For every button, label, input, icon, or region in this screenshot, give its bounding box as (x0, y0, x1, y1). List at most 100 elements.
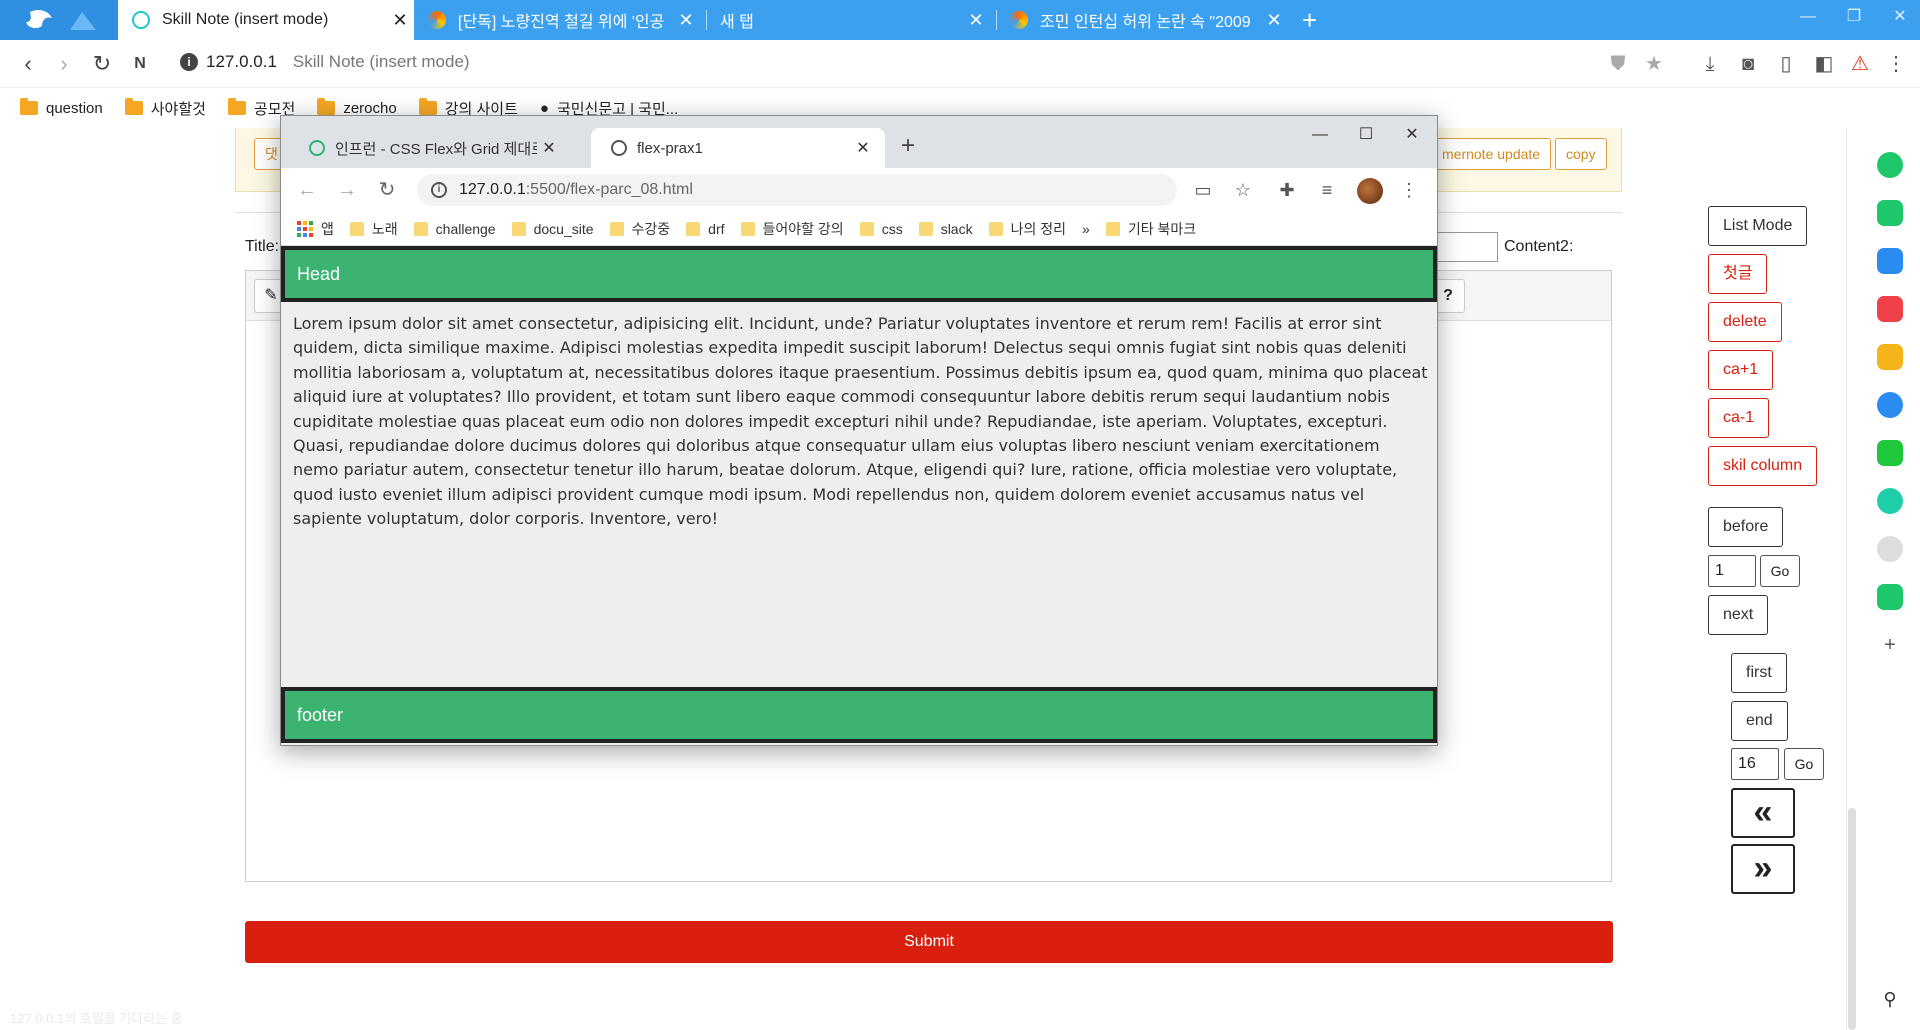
bookmark-my-notes[interactable]: 나의 정리 (988, 219, 1066, 239)
chat-icon[interactable] (1877, 200, 1903, 226)
close-tab-icon[interactable]: ✕ (1260, 10, 1288, 31)
download-icon[interactable]: ⤓ (1698, 52, 1722, 76)
outer-tab-news-1[interactable]: [단독] 노량진역 철길 위에 '인공 ✕ (414, 0, 700, 40)
info-icon[interactable]: i (180, 53, 198, 71)
close-tab-icon[interactable]: ✕ (537, 138, 561, 158)
submit-button[interactable]: Submit (245, 921, 1613, 963)
bookmark-challenge[interactable]: challenge (413, 221, 496, 237)
cast-icon[interactable]: ▭ (1191, 178, 1215, 202)
copy-button[interactable]: copy (1555, 138, 1607, 170)
bookmark-docu-site[interactable]: docu_site (511, 221, 594, 237)
bookmark-drf[interactable]: drf (686, 221, 725, 237)
bookmark-slack[interactable]: slack (918, 221, 973, 237)
back-icon[interactable]: ‹ (14, 50, 42, 78)
page-scrollbar[interactable] (1848, 808, 1856, 1030)
new-tab-plus-icon[interactable]: + (1302, 0, 1317, 40)
close-tab-icon[interactable]: ✕ (386, 10, 414, 31)
add-app-icon[interactable]: + (1877, 632, 1903, 658)
minimize-icon[interactable]: — (1297, 120, 1343, 150)
star-app-icon[interactable] (1877, 344, 1903, 370)
before-button[interactable]: before (1708, 507, 1784, 547)
first-comment-button[interactable]: 첫글 (1708, 254, 1768, 294)
inner-tab-flex-prax1[interactable]: flex-prax1 ✕ (591, 128, 885, 168)
folder-icon (511, 221, 526, 236)
play-icon[interactable] (1877, 488, 1903, 514)
forward-icon[interactable]: › (50, 50, 78, 78)
sidebar-toggle-icon[interactable]: ◧ (1812, 52, 1836, 76)
prev-page-icon[interactable]: « (1731, 788, 1795, 838)
page-input-2[interactable]: 16 (1731, 748, 1779, 780)
profile-avatar[interactable] (1357, 178, 1383, 204)
bookmark-other[interactable]: 기타 북마크 (1105, 219, 1196, 239)
line-app-icon[interactable] (1877, 440, 1903, 466)
menu-dots-icon[interactable]: ⋮ (1884, 52, 1908, 76)
back-icon[interactable]: ← (295, 178, 319, 202)
bookmark-apps[interactable]: 앱 (297, 219, 334, 239)
reload-icon[interactable]: ↻ (375, 178, 399, 202)
list-mode-button[interactable]: List Mode (1708, 206, 1808, 246)
bookmark-to-watch[interactable]: 들어야할 강의 (740, 219, 844, 239)
outer-tab-news-2[interactable]: 조민 인턴십 허위 논란 속 "2009 ✕ (996, 0, 1288, 40)
tab-title: [단독] 노량진역 철길 위에 '인공 (458, 14, 665, 31)
close-window-icon[interactable]: ✕ (1389, 120, 1435, 150)
url-field[interactable]: i 127.0.0.1 Skill Note (insert mode) (180, 52, 470, 72)
bookmark-star-icon[interactable]: ☆ (1231, 178, 1255, 202)
summernote-update-button[interactable]: mernote update (1431, 138, 1552, 170)
menu-dots-icon[interactable]: ⋮ (1397, 178, 1421, 202)
first-button[interactable]: first (1731, 653, 1787, 693)
camera-icon[interactable]: ◙ (1736, 52, 1760, 76)
star-icon[interactable]: ★ (1642, 52, 1666, 76)
end-button[interactable]: end (1731, 701, 1788, 741)
folder-icon (918, 221, 933, 236)
new-tab-plus-icon[interactable]: + (901, 132, 915, 160)
close-tab-icon[interactable]: ✕ (962, 10, 990, 31)
bookmark-label: question (46, 99, 103, 117)
close-tab-icon[interactable]: ✕ (672, 10, 700, 31)
info-icon[interactable]: i (431, 182, 447, 198)
warning-icon[interactable]: ⚠ (1848, 52, 1872, 76)
tab-title: 새 탭 (720, 14, 754, 31)
go-button-1[interactable]: Go (1760, 555, 1800, 587)
reload-icon[interactable]: ↻ (88, 50, 116, 78)
shield-icon[interactable]: ⛊ (1606, 52, 1630, 76)
page-input-1[interactable]: 1 (1708, 555, 1756, 587)
bookmark-song[interactable]: 노래 (349, 219, 398, 239)
mascot-icon[interactable] (1877, 536, 1903, 562)
minimize-icon[interactable]: — (1788, 0, 1828, 40)
pin-icon[interactable]: ⚲ (1877, 986, 1903, 1012)
outer-tab-new-tab[interactable]: 새 탭 ✕ (706, 0, 990, 40)
bookmark-zerocho[interactable]: zerocho (317, 98, 397, 117)
inner-tab-inflearn[interactable]: 인프런 - CSS Flex와 Grid 제대로 ✕ (289, 128, 571, 168)
bookmark-question[interactable]: question (20, 98, 103, 117)
folder-icon (1105, 221, 1120, 236)
media-queue-icon[interactable]: ≡ (1315, 178, 1339, 202)
outer-tab-skill-note[interactable]: Skill Note (insert mode) ✕ (118, 0, 414, 40)
next-page-icon[interactable]: » (1731, 844, 1795, 894)
close-window-icon[interactable]: ✕ (1880, 0, 1920, 40)
go-button-2[interactable]: Go (1784, 748, 1824, 780)
delete-button[interactable]: delete (1708, 302, 1782, 342)
bookmark-buy[interactable]: 사야할것 (124, 98, 206, 119)
forward-icon[interactable]: → (335, 178, 359, 202)
whale-green-icon[interactable] (1877, 152, 1903, 178)
wallet-icon[interactable] (1877, 248, 1903, 274)
next-button[interactable]: next (1708, 595, 1769, 635)
folder-icon (686, 221, 701, 236)
inner-url-field[interactable]: i 127.0.0.1 :5500/flex-parc_08.html (417, 174, 1177, 206)
restore-icon[interactable]: ❐ (1834, 0, 1874, 40)
maximize-icon[interactable]: ☐ (1343, 120, 1389, 150)
bookmark-overflow[interactable]: » (1082, 221, 1090, 237)
ca-minus-button[interactable]: ca-1 (1708, 398, 1770, 438)
browser-logo-icon[interactable] (0, 0, 118, 40)
pocket-icon[interactable] (1877, 296, 1903, 322)
close-tab-icon[interactable]: ✕ (851, 138, 875, 158)
skil-column-button[interactable]: skil column (1708, 446, 1818, 486)
bookmark-in-progress[interactable]: 수강중 (609, 219, 670, 239)
ca-plus-button[interactable]: ca+1 (1708, 350, 1774, 390)
bookmark-css[interactable]: css (859, 221, 903, 237)
notion-icon[interactable]: N (126, 50, 154, 78)
edge-icon[interactable] (1877, 392, 1903, 418)
extensions-icon[interactable]: ✚ (1275, 178, 1299, 202)
reader-icon[interactable]: ▯ (1774, 52, 1798, 76)
webtoon-icon[interactable] (1877, 584, 1903, 610)
